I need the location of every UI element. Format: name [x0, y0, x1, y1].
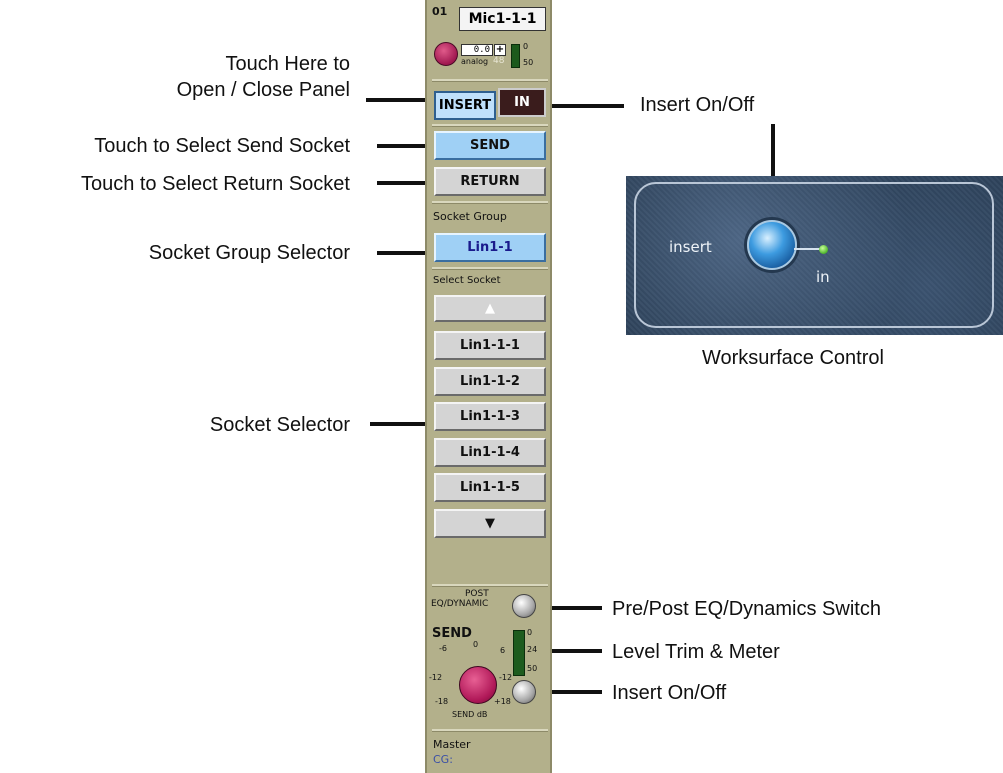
- divider: [432, 201, 548, 204]
- divider: [432, 267, 548, 270]
- send-scale-zero: 0: [473, 640, 479, 649]
- return-socket-button[interactable]: RETURN: [434, 167, 546, 196]
- socket-button-4[interactable]: Lin1-1-4: [434, 438, 546, 467]
- socket-group-selector[interactable]: Lin1-1: [434, 233, 546, 262]
- hw-in-label: in: [816, 268, 830, 286]
- send-scale-m6: -6: [439, 644, 447, 653]
- send-meter-top-label: 0: [527, 628, 533, 637]
- input-meter-top-label: 0: [523, 42, 529, 51]
- leader-select-return: [377, 181, 432, 185]
- callout-level-trim: Level Trim & Meter: [612, 641, 780, 663]
- hw-insert-button: [747, 220, 797, 270]
- cg-label: CG:: [433, 753, 453, 766]
- leader-socket-selector: [370, 422, 432, 426]
- callout-socket-selector: Socket Selector: [209, 414, 350, 436]
- divider: [432, 124, 548, 127]
- socket-button-2[interactable]: Lin1-1-2: [434, 367, 546, 396]
- hw-led-connector: [794, 248, 820, 250]
- leader-insert-onoff-top: [546, 104, 624, 108]
- send-scale-p12: -12: [499, 673, 513, 682]
- callout-pre-post: Pre/Post EQ/Dynamics Switch: [612, 598, 881, 620]
- callout-insert-onoff-top: Insert On/Off: [640, 94, 755, 116]
- send-meter-mid-label: 24: [527, 645, 538, 654]
- insert-in-button[interactable]: IN: [498, 88, 546, 117]
- insert-onoff-switch[interactable]: [512, 680, 536, 704]
- trim-knob-icon[interactable]: [434, 42, 458, 66]
- divider: [432, 584, 548, 587]
- channel-name[interactable]: Mic1-1-1: [459, 7, 546, 31]
- caption-worksurface-control: Worksurface Control: [702, 347, 884, 369]
- send-db-label: SEND dB: [452, 710, 488, 719]
- polarity-button[interactable]: +: [494, 44, 506, 56]
- send-socket-button[interactable]: SEND: [434, 131, 546, 160]
- worksurface-photo: insert in: [626, 176, 1003, 335]
- send-meter-bottom-label: 50: [527, 664, 538, 673]
- insert-panel-button[interactable]: INSERT: [434, 91, 496, 120]
- callout-insert-onoff-bottom: Insert On/Off: [612, 682, 727, 704]
- input-meter-bottom-label: 50: [523, 58, 534, 67]
- callout-select-return: Touch to Select Return Socket: [80, 173, 350, 195]
- socket-scroll-up-button[interactable]: ▲: [434, 295, 546, 322]
- send-meter: [513, 630, 525, 676]
- master-label: Master: [433, 738, 471, 751]
- eq-dynamic-label: EQ/DYNAMIC: [431, 599, 489, 609]
- trim-value[interactable]: 0.0: [461, 44, 493, 56]
- channel-strip: 01 Mic1-1-1 0.0 + analog 48 0 50 INSERT …: [425, 0, 552, 773]
- send-level-knob-icon[interactable]: [459, 666, 497, 704]
- socket-group-heading: Socket Group: [433, 210, 507, 223]
- hw-in-led-icon: [819, 245, 828, 254]
- divider: [432, 79, 548, 82]
- channel-number: 01: [432, 5, 448, 18]
- send-scale-p6: 6: [500, 646, 506, 655]
- socket-button-1[interactable]: Lin1-1-1: [434, 331, 546, 360]
- socket-button-5[interactable]: Lin1-1-5: [434, 473, 546, 502]
- pre-post-switch[interactable]: [512, 594, 536, 618]
- analog-label: analog: [461, 57, 489, 66]
- send-scale-p18: +18: [494, 697, 511, 706]
- hw-insert-label: insert: [669, 238, 712, 256]
- phantom-power-label: 48: [493, 56, 505, 66]
- callout-open-close-line1: Touch Here to: [225, 53, 350, 75]
- socket-scroll-down-button[interactable]: ▼: [434, 509, 546, 538]
- callout-open-close-line2: Open / Close Panel: [176, 79, 350, 101]
- post-label: POST: [465, 589, 489, 599]
- leader-open-close: [366, 98, 432, 102]
- leader-socket-group: [377, 251, 432, 255]
- socket-button-3[interactable]: Lin1-1-3: [434, 402, 546, 431]
- select-socket-heading: Select Socket: [433, 275, 501, 286]
- send-scale-m12: -12: [429, 673, 443, 682]
- divider: [432, 729, 548, 732]
- callout-select-send: Touch to Select Send Socket: [94, 135, 350, 157]
- leader-select-send: [377, 144, 432, 148]
- send-section-label: SEND: [432, 626, 472, 641]
- send-scale-m18: -18: [435, 697, 449, 706]
- input-meter: [511, 44, 520, 68]
- callout-socket-group-selector: Socket Group Selector: [148, 242, 350, 264]
